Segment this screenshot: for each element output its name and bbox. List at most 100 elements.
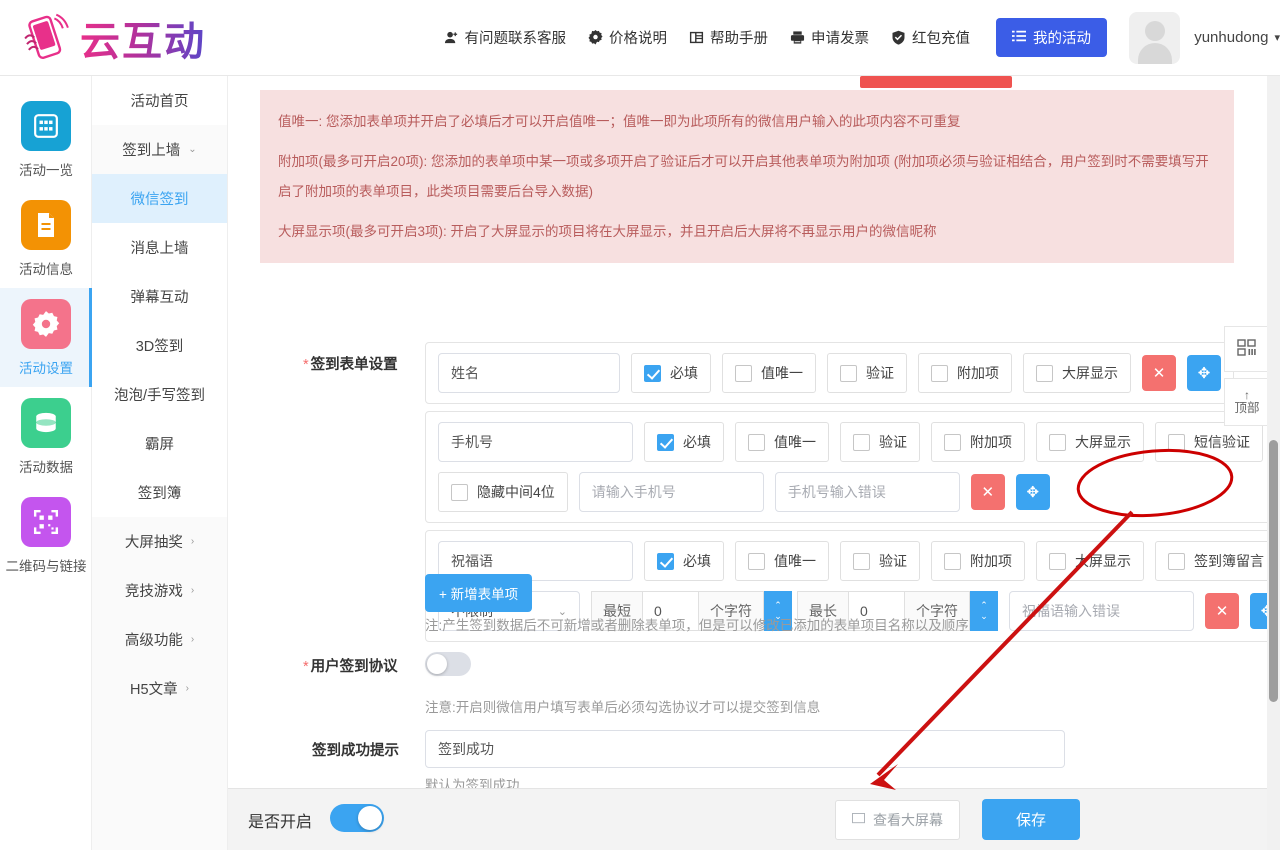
chevron-right-icon: › [190,536,195,547]
enable-toggle[interactable] [330,804,385,832]
move-row-button[interactable]: ✥ [1015,474,1050,510]
checkbox-label: 值唯一 [774,553,816,569]
scrollbar-thumb[interactable] [1269,440,1278,702]
chevron-right-icon: › [185,683,189,694]
layout-widget-button[interactable] [1224,326,1270,372]
view-bigscreen-button[interactable]: 查看大屏幕 [834,799,960,840]
close-icon: ✕ [981,484,995,501]
max-length-stepper[interactable]: ⌃ ⌄ [970,591,998,631]
chevron-up-icon: ⌃ [774,600,782,610]
menu-item-activity-home[interactable]: 活动首页 [92,76,227,125]
rail-item-data[interactable]: 活动数据 [0,387,92,486]
logo[interactable]: 云互动 [18,9,314,67]
nav-label: 有问题联系客服 [464,31,567,47]
menu-label: 弹幕互动 [130,290,189,306]
menu-item-danmaku[interactable]: 弹幕互动 [92,272,227,321]
nav-pricing[interactable]: 价格说明 [588,27,667,48]
move-row-button[interactable]: ✥ [1187,355,1221,391]
menu-label: 大屏抽奖 [124,535,183,551]
rail-item-overview[interactable]: 活动一览 [0,90,92,189]
back-to-top-button[interactable]: ↑ 顶部 [1224,378,1270,426]
field-error-input[interactable]: 祝福语输入错误 [1009,591,1194,631]
menu-group-advanced[interactable]: 高级功能 › [92,615,227,664]
move-icon: ✥ [1197,365,1211,382]
checkbox-unique[interactable]: 值唯一 [735,422,829,462]
menu-item-bubble-signin[interactable]: 泡泡/手写签到 [92,370,227,419]
menu-item-signin-book[interactable]: 签到簿 [92,468,227,517]
menu-group-games[interactable]: 竞技游戏 › [92,566,227,615]
checkbox-unique[interactable]: 值唯一 [722,353,816,393]
checkbox-label: 隐藏中间4位 [477,484,555,500]
checkbox-verify[interactable]: 验证 [840,422,920,462]
checkbox-extra[interactable]: 附加项 [931,422,1025,462]
delete-row-button[interactable]: ✕ [1205,593,1239,629]
avatar[interactable] [1129,11,1181,64]
enable-toggle-wrap [330,804,385,835]
checkbox-label: 验证 [866,365,894,381]
checkbox-verify[interactable]: 验证 [827,353,907,393]
page-scrollbar[interactable] [1267,76,1280,850]
save-button[interactable]: 保存 [981,799,1080,840]
field-name-input[interactable]: 手机号 [438,422,633,462]
field-name-input[interactable]: 姓名 [438,353,620,393]
table-row: 隐藏中间4位 请输入手机号 手机号输入错误 ✕ ✥ [438,472,1280,512]
checkbox-box [853,433,870,451]
nav-contact-support[interactable]: 有问题联系客服 [444,27,567,48]
user-menu[interactable]: yunhudong ▾ [1194,29,1280,46]
notice-line: 大屏显示项(最多可开启3项): 开启了大屏显示的项目将在大屏显示，并且开启后大屏… [278,224,937,239]
rail-label: 活动数据 [19,459,73,475]
field-error-input[interactable]: 手机号输入错误 [774,472,960,512]
rail-item-qrcode[interactable]: 二维码与链接 [0,486,92,585]
menu-item-message-wall[interactable]: 消息上墙 [92,223,227,272]
checkbox-extra[interactable]: 附加项 [931,541,1025,581]
agreement-toggle[interactable] [425,652,471,676]
move-icon: ✥ [1026,484,1040,501]
add-form-item-button[interactable]: + 新增表单项 [425,574,533,612]
my-activity-button[interactable]: 我的活动 [996,18,1107,57]
checkbox-box [840,364,857,382]
checkbox-signin-book-message[interactable]: 签到簿留言 [1155,541,1277,581]
menu-item-3d-signin[interactable]: 3D签到 [92,321,227,370]
checkbox-hide-middle-digits[interactable]: 隐藏中间4位 [438,472,568,512]
nav-label: 价格说明 [609,31,667,47]
checkbox-bigscreen[interactable]: 大屏显示 [1023,353,1131,393]
app-header: 云互动 有问题联系客服 价格说明 帮助手册 申请发票 红包充值 我的活动 yun… [0,0,1280,76]
field-placeholder-input[interactable]: 请输入手机号 [578,472,764,512]
checkbox-box [1049,552,1066,570]
menu-group-lottery[interactable]: 大屏抽奖 › [92,517,227,566]
checkbox-label: 附加项 [970,553,1012,569]
menu-item-screen-takeover[interactable]: 霸屏 [92,419,227,468]
icon-rail: 活动一览 活动信息 活动设置 活动数据 二维码与链接 [0,76,92,850]
form-section-label: * 签到表单设置 [303,353,398,374]
nav-invoice[interactable]: 申请发票 [790,27,869,48]
checkbox-required[interactable]: 必填 [631,353,711,393]
menu-group-signin-wall[interactable]: 签到上墙 ⌄ [92,125,227,174]
checkbox-verify[interactable]: 验证 [840,541,920,581]
nav-help-manual[interactable]: 帮助手册 [689,27,768,48]
delete-row-button[interactable]: ✕ [1142,355,1176,391]
rail-item-settings[interactable]: 活动设置 [0,288,92,387]
delete-row-button[interactable]: ✕ [970,474,1005,510]
chevron-up-icon: ⌃ [980,600,988,610]
rail-item-info[interactable]: 活动信息 [0,189,92,288]
checkbox-label: 附加项 [957,365,999,381]
menu-label: 微信签到 [130,192,189,208]
checkbox-required[interactable]: 必填 [644,541,724,581]
checkbox-extra[interactable]: 附加项 [918,353,1012,393]
cut-off-red-button[interactable] [860,76,1012,88]
checkbox-box [657,552,674,570]
menu-label: 活动首页 [130,94,189,110]
menu-item-wechat-signin[interactable]: 微信签到 [92,174,227,223]
checkbox-bigscreen[interactable]: 大屏显示 [1036,422,1144,462]
checkbox-unique[interactable]: 值唯一 [735,541,829,581]
success-tip-input[interactable]: 签到成功 [425,730,1065,768]
table-row: 手机号 必填 值唯一 验证 附加项 大屏显示 短信验证 [438,422,1280,462]
agreement-label-text: 用户签到协议 [310,659,398,675]
header-nav: 有问题联系客服 价格说明 帮助手册 申请发票 红包充值 [444,27,970,48]
menu-group-h5-article[interactable]: H5文章 › [92,664,227,713]
nav-redpacket-recharge[interactable]: 红包充值 [891,27,970,48]
checkbox-sms-verify[interactable]: 短信验证 [1155,422,1263,462]
checkbox-required[interactable]: 必填 [644,422,724,462]
checkbox-label: 值唯一 [774,434,816,450]
checkbox-bigscreen[interactable]: 大屏显示 [1036,541,1144,581]
